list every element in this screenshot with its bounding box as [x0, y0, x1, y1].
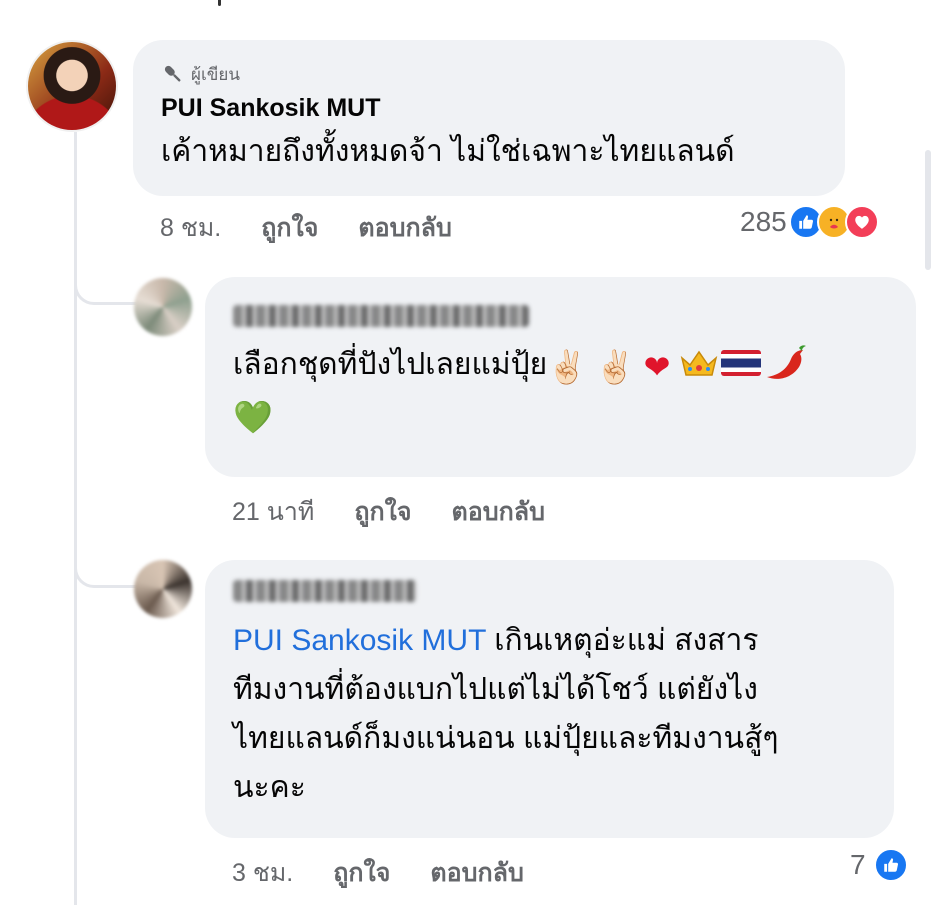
comment-text: PUI Sankosik MUT เกินเหตุอ่ะแม่ สงสาร ที… [233, 616, 866, 812]
victory-hand-emoji: ✌🏻 [547, 349, 588, 385]
comment-actions: 3 ชม. ถูกใจ ตอบกลับ [232, 853, 524, 893]
comment-text: เลือกชุดที่ปังไปเลยแม่ปุ้ย✌🏻 ✌🏻 ❤ 💚 [233, 341, 888, 441]
blurred-commenter-name[interactable] [233, 305, 529, 327]
green-heart-emoji: 💚 [233, 399, 273, 435]
comment-text-line: นะคะ [233, 771, 306, 804]
avatar[interactable] [26, 40, 118, 132]
comment-text: เค้าหมายถึงทั้งหมดจ้า ไม่ใช่เฉพาะไทยแลนด… [161, 135, 735, 168]
comment-text-line: เกินเหตุอ่ะแม่ สงสาร [485, 624, 759, 657]
like-link[interactable]: ถูกใจ [333, 853, 390, 893]
love-icon [844, 205, 879, 239]
reply-link[interactable]: ตอบกลับ [358, 208, 451, 248]
comment-text-line: ไทยแลนด์ก็มงแน่นอน แม่ปุ้ยและทีมงานสู้ๆ [233, 722, 779, 755]
scrollbar[interactable] [925, 150, 931, 270]
red-heart-emoji: ❤ [643, 349, 671, 385]
chili-pepper-emoji [766, 345, 806, 379]
comment-text-line: ทีมงานที่ต้องแบกไปแต่ไม่ได้โชว์ แต่ยังไง [233, 673, 758, 706]
reply-link[interactable]: ตอบกลับ [452, 492, 545, 532]
comment-actions: 8 ชม. ถูกใจ ตอบกลับ [160, 208, 452, 248]
thailand-flag-emoji [720, 350, 761, 376]
commenter-name[interactable]: PUI Sankosik MUT [161, 94, 817, 123]
comment-text-content: เลือกชุดที่ปังไปเลยแม่ปุ้ย [233, 348, 548, 381]
victory-hand-emoji: ✌🏻 [595, 349, 636, 385]
avatar[interactable] [134, 278, 192, 336]
like-link[interactable]: ถูกใจ [354, 492, 411, 532]
like-link[interactable]: ถูกใจ [261, 208, 318, 248]
reaction-summary[interactable]: 285 [740, 205, 879, 239]
comment-time[interactable]: 21 นาที [232, 492, 314, 532]
reply-link[interactable]: ตอบกลับ [430, 853, 523, 893]
thread-line [74, 132, 77, 905]
like-icon [873, 848, 908, 882]
blurred-commenter-name[interactable] [233, 580, 417, 602]
thread-branch [74, 262, 139, 305]
comment-time[interactable]: 8 ชม. [160, 208, 221, 248]
reaction-count: 7 [850, 849, 866, 880]
microphone-icon [164, 65, 181, 82]
comment-actions: 21 นาที ถูกใจ ตอบกลับ [232, 492, 545, 532]
author-badge: ผู้เขียน [161, 60, 817, 88]
avatar[interactable] [134, 560, 192, 618]
comment-time[interactable]: 3 ชม. [232, 853, 293, 893]
thread-branch [74, 545, 139, 588]
mention-link[interactable]: PUI Sankosik MUT [233, 624, 486, 657]
cropped-text-fragment [212, 0, 226, 8]
comment-bubble: เลือกชุดที่ปังไปเลยแม่ปุ้ย✌🏻 ✌🏻 ❤ 💚 [205, 277, 916, 477]
reaction-count: 285 [740, 206, 787, 237]
crown-emoji [680, 350, 718, 376]
reaction-summary[interactable]: 7 [850, 848, 908, 882]
comment-bubble: ผู้เขียน PUI Sankosik MUT เค้าหมายถึงทั้… [133, 40, 845, 196]
comment-bubble: PUI Sankosik MUT เกินเหตุอ่ะแม่ สงสาร ที… [205, 560, 894, 838]
author-badge-label: ผู้เขียน [191, 64, 240, 84]
